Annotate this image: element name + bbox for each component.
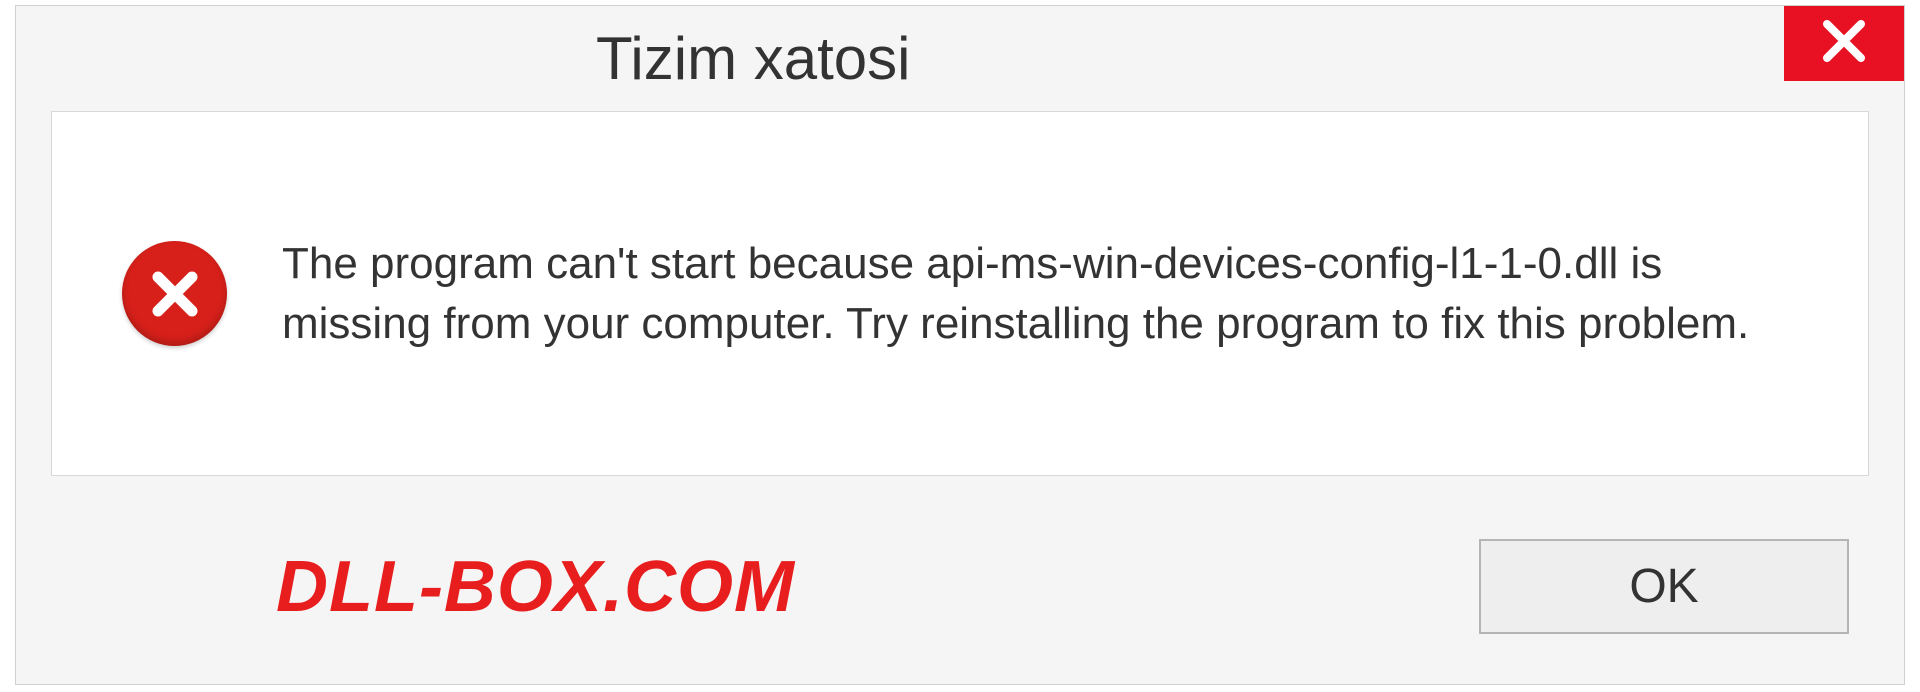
close-button[interactable] (1784, 6, 1904, 81)
title-bar: Tizim xatosi (16, 6, 1904, 101)
error-icon-wrapper (122, 241, 227, 346)
footer-area: DLL-BOX.COM OK (16, 489, 1904, 684)
dialog-title: Tizim xatosi (596, 24, 910, 93)
watermark-text: DLL-BOX.COM (276, 546, 795, 628)
error-dialog: Tizim xatosi The program can't start bec… (15, 5, 1905, 685)
content-area: The program can't start because api-ms-w… (51, 111, 1869, 476)
error-message: The program can't start because api-ms-w… (282, 234, 1798, 353)
error-icon (122, 241, 227, 346)
close-icon (1819, 16, 1869, 71)
ok-button[interactable]: OK (1479, 539, 1849, 634)
